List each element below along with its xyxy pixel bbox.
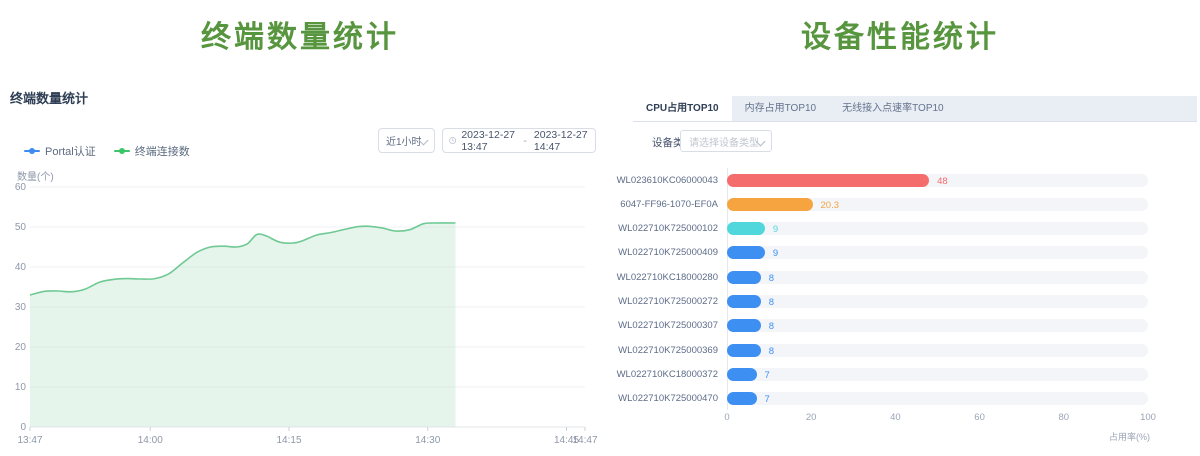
bar — [727, 271, 761, 284]
y-tick-label: 0 — [20, 422, 26, 433]
bar-value-label: 20.3 — [821, 200, 840, 211]
bar-track — [727, 368, 1148, 381]
tab-cpu-top10[interactable]: CPU占用TOP10 — [633, 96, 732, 121]
x-tick-label: 14:47 — [572, 435, 597, 446]
bar-label: WL022710KC18000280 — [600, 272, 718, 283]
bar-track — [727, 295, 1148, 308]
bar-label: WL022710K725000369 — [600, 345, 718, 356]
dashboard: 终端数量统计 终端数量统计 近1小时 2023-12-27 13:47 - 20… — [0, 0, 1200, 456]
bar — [727, 319, 761, 332]
x-tick-label: 20 — [796, 412, 826, 423]
bar-value-label: 48 — [937, 176, 948, 187]
bar-value-label: 9 — [773, 224, 778, 235]
area-fill — [30, 223, 456, 427]
bar-track — [727, 222, 1148, 235]
section-title-device-performance: 设备性能统计 — [600, 12, 1200, 56]
legend: Portal认证 终端连接数 — [24, 143, 190, 159]
x-tick-label: 14:15 — [276, 435, 301, 446]
bar-track — [727, 392, 1148, 405]
x-tick-label: 100 — [1133, 412, 1163, 423]
time-range-value: 近1小时 — [386, 133, 422, 148]
bar-value-label: 7 — [765, 370, 770, 381]
section-title-terminal-count: 终端数量统计 — [0, 12, 600, 56]
bar — [727, 368, 757, 381]
y-tick-label: 20 — [15, 342, 27, 353]
bar-track — [727, 271, 1148, 284]
bar — [727, 392, 757, 405]
y-tick-label: 60 — [15, 182, 27, 193]
tab-wireless-ap-rate-top10[interactable]: 无线接入点速率TOP10 — [829, 96, 957, 121]
bar-label: WL022710K725000409 — [600, 247, 718, 258]
legend-marker-icon — [114, 148, 130, 154]
time-range-select[interactable]: 近1小时 — [378, 128, 435, 153]
bar-label: WL022710K725000307 — [600, 320, 718, 331]
bar-track — [727, 319, 1148, 332]
x-tick-label: 60 — [965, 412, 995, 423]
bar-label: WL022710K725000102 — [600, 223, 718, 234]
panel-header-terminal-count: 终端数量统计 — [10, 88, 88, 107]
x-tick-label: 14:30 — [415, 435, 440, 446]
bar-track — [727, 246, 1148, 259]
bar-label: WL022710KC18000372 — [600, 369, 718, 380]
bar-chart-x-axis-label: 占用率(%) — [1088, 430, 1150, 443]
terminal-count-panel: 终端数量统计 终端数量统计 近1小时 2023-12-27 13:47 - 20… — [0, 0, 600, 456]
device-performance-panel: 设备性能统计 CPU占用TOP10内存占用TOP10无线接入点速率TOP10 设… — [600, 0, 1200, 456]
x-tick-label: 14:00 — [138, 435, 163, 446]
bar-value-label: 8 — [769, 297, 774, 308]
device-type-placeholder: 请选择设备类型 — [689, 134, 759, 149]
y-tick-label: 50 — [15, 222, 27, 233]
legend-item[interactable]: Portal认证 — [24, 143, 96, 159]
y-tick-label: 10 — [15, 382, 27, 393]
date-range-separator: - — [521, 135, 529, 147]
bar-label: WL022710K725000272 — [600, 296, 718, 307]
x-tick-label: 80 — [1049, 412, 1079, 423]
bar-value-label: 8 — [769, 346, 774, 357]
bar-value-label: 8 — [769, 321, 774, 332]
tab-bar: CPU占用TOP10内存占用TOP10无线接入点速率TOP10 — [633, 96, 1197, 122]
legend-label: Portal认证 — [45, 143, 96, 159]
bar — [727, 222, 765, 235]
legend-label: 终端连接数 — [135, 143, 190, 159]
date-range-start: 2023-12-27 13:47 — [461, 129, 516, 153]
legend-marker-icon — [24, 148, 40, 154]
bar — [727, 246, 765, 259]
bar-value-label: 7 — [765, 394, 770, 405]
x-tick-label: 13:47 — [17, 435, 42, 446]
bar — [727, 174, 929, 187]
y-tick-label: 30 — [15, 302, 27, 313]
legend-item[interactable]: 终端连接数 — [114, 143, 190, 159]
terminal-count-line-chart: 数量(个)102030405060013:4714:0014:1514:3014… — [0, 170, 600, 456]
x-tick-label: 0 — [712, 412, 742, 423]
bar-label: WL022710K725000470 — [600, 393, 718, 404]
device-type-select[interactable]: 请选择设备类型 — [680, 130, 772, 152]
x-tick-label: 40 — [880, 412, 910, 423]
bar — [727, 344, 761, 357]
tab-memory-top10[interactable]: 内存占用TOP10 — [732, 96, 830, 121]
bar — [727, 295, 761, 308]
bar-value-label: 8 — [769, 273, 774, 284]
y-tick-label: 40 — [15, 262, 27, 273]
clock-icon — [449, 135, 456, 146]
bar — [727, 198, 813, 211]
date-range-end: 2023-12-27 14:47 — [534, 129, 589, 153]
bar-label: 6047-FF96-1070-EF0A — [600, 199, 718, 210]
bar-label: WL023610KC06000043 — [600, 175, 718, 186]
bar-value-label: 9 — [773, 248, 778, 259]
bar-track — [727, 344, 1148, 357]
date-range-input[interactable]: 2023-12-27 13:47 - 2023-12-27 14:47 — [442, 128, 596, 153]
